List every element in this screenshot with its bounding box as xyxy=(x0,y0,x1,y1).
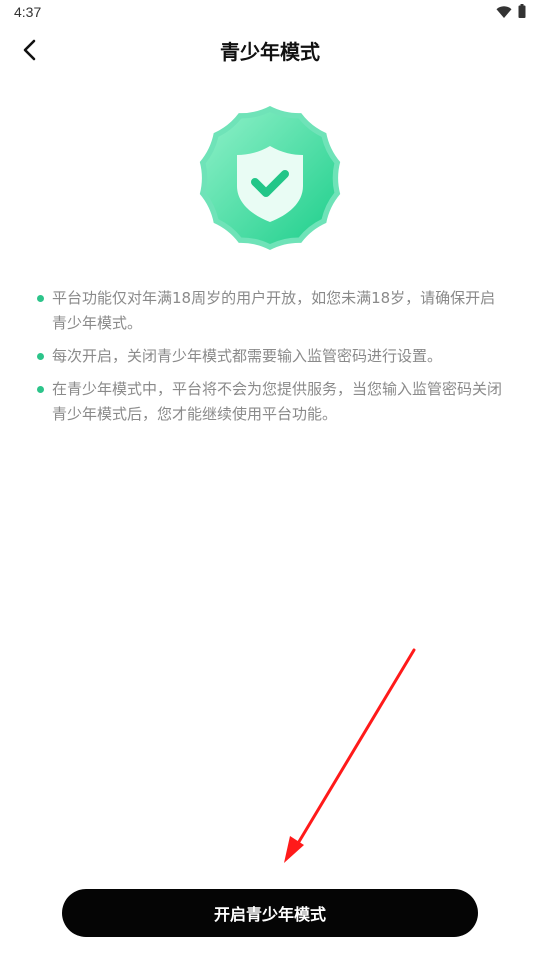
shield-check-icon xyxy=(199,106,341,250)
bullet-dot-icon xyxy=(37,386,44,393)
enable-youth-mode-button[interactable]: 开启青少年模式 xyxy=(62,889,478,937)
rule-text: 平台功能仅对年满18周岁的用户开放，如您未满18岁，请确保开启青少年模式。 xyxy=(52,289,496,332)
rule-item: 每次开启，关闭青少年模式都需要输入监管密码进行设置。 xyxy=(36,344,506,369)
rule-item: 在青少年模式中，平台将不会为您提供服务，当您输入监管密码关闭青少年模式后，您才能… xyxy=(36,377,506,427)
wifi-icon xyxy=(496,6,512,18)
status-time: 4:37 xyxy=(14,4,42,20)
battery-icon xyxy=(518,4,526,18)
rules-list: 平台功能仅对年满18周岁的用户开放，如您未满18岁，请确保开启青少年模式。 每次… xyxy=(36,286,506,435)
bullet-dot-icon xyxy=(37,353,44,360)
status-bar: 4:37 xyxy=(0,0,540,26)
rule-text: 每次开启，关闭青少年模式都需要输入监管密码进行设置。 xyxy=(52,347,443,365)
page-title: 青少年模式 xyxy=(220,40,320,64)
rule-text: 在青少年模式中，平台将不会为您提供服务，当您输入监管密码关闭青少年模式后，您才能… xyxy=(52,380,503,423)
nav-bar: 青少年模式 xyxy=(0,26,540,74)
bullet-dot-icon xyxy=(37,295,44,302)
rule-item: 平台功能仅对年满18周岁的用户开放，如您未满18岁，请确保开启青少年模式。 xyxy=(36,286,506,336)
